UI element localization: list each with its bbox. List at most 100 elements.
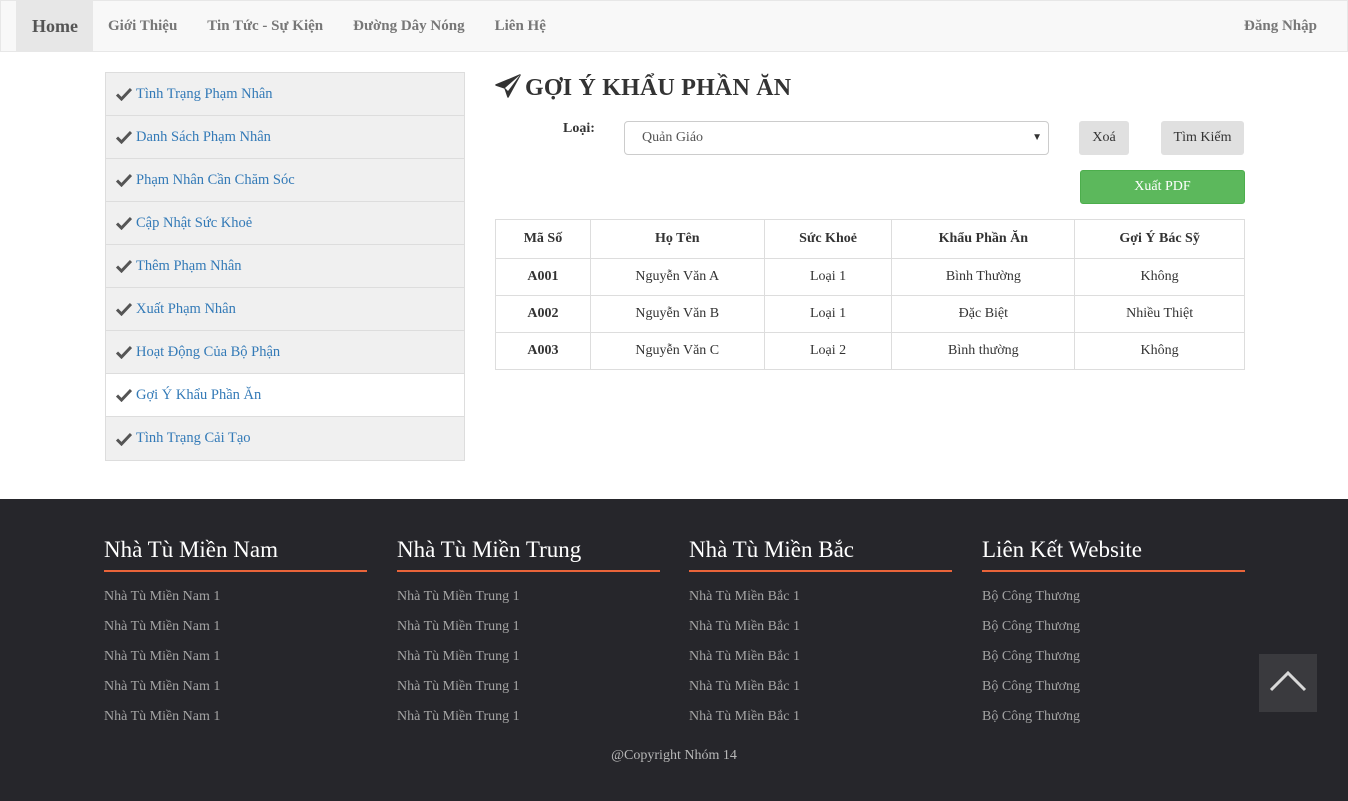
sidebar-item-hoat-dong-bo-phan[interactable]: Hoạt Động Của Bộ Phận [106, 331, 464, 374]
footer-column-title: Nhà Tù Miền Trung [397, 537, 660, 572]
footer-link[interactable]: Bộ Công Thương [982, 588, 1245, 618]
footer-link[interactable]: Nhà Tù Miền Nam 1 [104, 618, 367, 648]
footer-column-title: Nhà Tù Miền Bắc [689, 537, 952, 572]
footer-link[interactable]: Nhà Tù Miền Trung 1 [397, 708, 660, 738]
export-pdf-button[interactable]: Xuất PDF [1080, 170, 1245, 204]
site-footer: Nhà Tù Miền Nam Nhà Tù Miền Nam 1 Nhà Tù… [0, 499, 1348, 801]
cell-ho-ten: Nguyễn Văn B [589, 295, 765, 333]
footer-column-mien-bac: Nhà Tù Miền Bắc Nhà Tù Miền Bắc 1 Nhà Tù… [689, 537, 952, 738]
caret-down-icon: ▼ [1032, 132, 1042, 143]
sidebar-item-label: Tình Trạng Cải Tạo [136, 430, 251, 446]
column-header-ma-so: Mã Số [495, 219, 591, 259]
check-icon [116, 388, 136, 402]
type-select-value: Quản Giáo [642, 130, 704, 145]
footer-column-title: Nhà Tù Miền Nam [104, 537, 367, 572]
footer-column-title: Liên Kết Website [982, 537, 1245, 572]
footer-link[interactable]: Nhà Tù Miền Bắc 1 [689, 708, 952, 738]
footer-link[interactable]: Nhà Tù Miền Nam 1 [104, 708, 367, 738]
table-row: A001 Nguyễn Văn A Loại 1 Bình Thường Khô… [495, 258, 1245, 296]
page-title: GỢI Ý KHẨU PHẦN ĂN [495, 72, 791, 104]
check-icon [116, 345, 136, 359]
footer-link[interactable]: Nhà Tù Miền Nam 1 [104, 648, 367, 678]
table-header-row: Mã Số Họ Tên Sức Khoẻ Khẩu Phần Ăn Gợi Ý… [495, 219, 1245, 259]
nav-item-duong-day-nong[interactable]: Đường Dây Nóng [338, 1, 480, 51]
cell-goi-y-bac-sy: Nhiều Thiệt [1074, 295, 1245, 333]
footer-column-lien-ket: Liên Kết Website Bộ Công Thương Bộ Công … [982, 537, 1245, 738]
footer-link[interactable]: Nhà Tù Miền Bắc 1 [689, 618, 952, 648]
cell-ho-ten: Nguyễn Văn C [589, 332, 765, 370]
cell-khau-phan-an: Đặc Biệt [891, 295, 1076, 333]
check-icon [116, 130, 136, 144]
cell-suc-khoe: Loại 1 [763, 295, 893, 333]
footer-link[interactable]: Nhà Tù Miền Bắc 1 [689, 678, 952, 708]
check-icon [116, 259, 136, 273]
check-icon [116, 302, 136, 316]
diet-table: Mã Số Họ Tên Sức Khoẻ Khẩu Phần Ăn Gợi Ý… [495, 219, 1245, 370]
sidebar-item-label: Tình Trạng Phạm Nhân [136, 85, 273, 102]
sidebar-item-tinh-trang-pham-nhan[interactable]: Tình Trạng Phạm Nhân [106, 73, 464, 116]
check-icon [116, 173, 136, 187]
sidebar-item-cap-nhat-suc-khoe[interactable]: Cập Nhật Sức Khoẻ [106, 202, 464, 245]
copyright-text: @Copyright Nhóm 14 [611, 748, 737, 763]
nav-item-lien-he[interactable]: Liên Hệ [480, 1, 561, 51]
check-icon [116, 432, 136, 446]
column-header-khau-phan-an: Khẩu Phần Ăn [891, 219, 1076, 259]
sidebar-item-xuat-pham-nhan[interactable]: Xuất Phạm Nhân [106, 288, 464, 331]
chevron-up-icon [1269, 670, 1307, 697]
cell-ma-so: A002 [495, 295, 591, 333]
footer-link[interactable]: Nhà Tù Miền Bắc 1 [689, 588, 952, 618]
sidebar-item-label: Hoạt Động Của Bộ Phận [136, 343, 281, 360]
footer-link[interactable]: Nhà Tù Miền Trung 1 [397, 618, 660, 648]
sidebar-item-goi-y-khau-phan-an[interactable]: Gợi Ý Khẩu Phần Ăn [106, 374, 464, 417]
cell-ma-so: A003 [495, 332, 591, 370]
clear-button[interactable]: Xoá [1079, 121, 1129, 155]
sidebar-item-them-pham-nhan[interactable]: Thêm Phạm Nhân [106, 245, 464, 288]
cell-suc-khoe: Loại 2 [763, 332, 893, 370]
sidebar-item-label: Danh Sách Phạm Nhân [136, 128, 271, 145]
check-icon [116, 216, 136, 230]
footer-link[interactable]: Nhà Tù Miền Bắc 1 [689, 648, 952, 678]
footer-link[interactable]: Nhà Tù Miền Trung 1 [397, 648, 660, 678]
sidebar-item-label: Xuất Phạm Nhân [136, 300, 236, 317]
sidebar-item-tinh-trang-cai-tao[interactable]: Tình Trạng Cải Tạo [106, 417, 464, 460]
footer-link[interactable]: Nhà Tù Miền Trung 1 [397, 588, 660, 618]
footer-link[interactable]: Bộ Công Thương [982, 678, 1245, 708]
table-row: A002 Nguyễn Văn B Loại 1 Đặc Biệt Nhiều … [495, 295, 1245, 333]
column-header-suc-khoe: Sức Khoẻ [763, 219, 893, 259]
footer-column-mien-trung: Nhà Tù Miền Trung Nhà Tù Miền Trung 1 Nh… [397, 537, 660, 738]
filter-label: Loại: [563, 121, 595, 136]
footer-link[interactable]: Nhà Tù Miền Trung 1 [397, 678, 660, 708]
footer-link[interactable]: Nhà Tù Miền Nam 1 [104, 678, 367, 708]
cell-ma-so: A001 [495, 258, 591, 296]
check-icon [116, 87, 136, 101]
paper-plane-icon [495, 73, 521, 103]
table-row: A003 Nguyễn Văn C Loại 2 Bình thường Khô… [495, 332, 1245, 370]
cell-khau-phan-an: Bình thường [891, 332, 1076, 370]
login-link[interactable]: Đăng Nhập [1229, 1, 1332, 51]
footer-link[interactable]: Bộ Công Thương [982, 648, 1245, 678]
search-button[interactable]: Tìm Kiếm [1161, 121, 1244, 155]
sidebar-item-danh-sach-pham-nhan[interactable]: Danh Sách Phạm Nhân [106, 116, 464, 159]
sidebar-item-label: Cập Nhật Sức Khoẻ [136, 214, 253, 231]
footer-link[interactable]: Nhà Tù Miền Nam 1 [104, 588, 367, 618]
sidebar-item-pham-nhan-can-cham-soc[interactable]: Phạm Nhân Cần Chăm Sóc [106, 159, 464, 202]
footer-link[interactable]: Bộ Công Thương [982, 618, 1245, 648]
column-header-ho-ten: Họ Tên [589, 219, 765, 259]
sidebar-item-label: Gợi Ý Khẩu Phần Ăn [136, 386, 262, 403]
sidebar-item-label: Thêm Phạm Nhân [136, 257, 242, 274]
type-select[interactable]: Quản Giáo ▼ [624, 121, 1049, 155]
sidebar-item-label: Phạm Nhân Cần Chăm Sóc [136, 171, 295, 188]
footer-link[interactable]: Bộ Công Thương [982, 708, 1245, 738]
footer-column-mien-nam: Nhà Tù Miền Nam Nhà Tù Miền Nam 1 Nhà Tù… [104, 537, 367, 738]
scroll-to-top-button[interactable] [1259, 654, 1317, 712]
top-navbar: Home Giới Thiệu Tin Tức - Sự Kiện Đường … [0, 0, 1348, 52]
cell-ho-ten: Nguyễn Văn A [589, 258, 765, 296]
nav-home-link[interactable]: Home [16, 1, 93, 51]
cell-goi-y-bac-sy: Không [1074, 332, 1245, 370]
nav-item-tin-tuc[interactable]: Tin Tức - Sự Kiện [192, 1, 338, 51]
sidebar-menu: Tình Trạng Phạm Nhân Danh Sách Phạm Nhân… [105, 72, 465, 461]
cell-goi-y-bac-sy: Không [1074, 258, 1245, 296]
nav-item-gioi-thieu[interactable]: Giới Thiệu [93, 1, 192, 51]
page-title-text: GỢI Ý KHẨU PHẦN ĂN [525, 74, 792, 101]
